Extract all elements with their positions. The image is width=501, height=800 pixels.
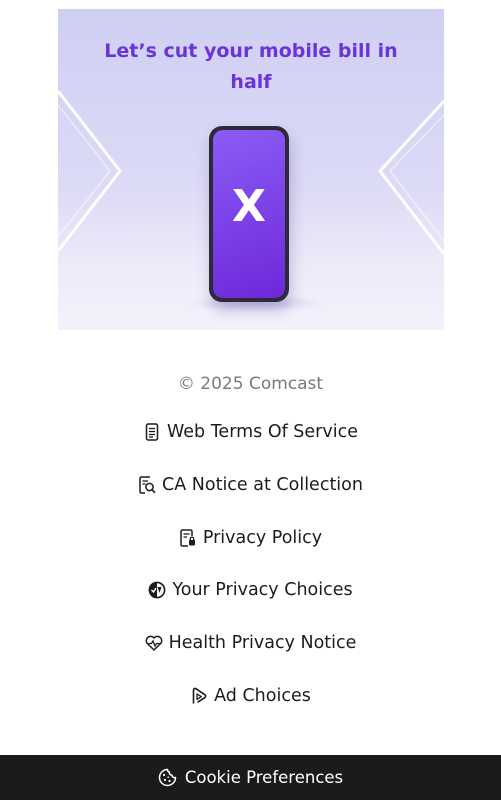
- your-privacy-choices-link[interactable]: Your Privacy Choices: [0, 578, 501, 631]
- xfinity-x-logo: X: [232, 181, 266, 232]
- heart-pulse-icon: [145, 631, 163, 655]
- web-terms-of-service-link[interactable]: Web Terms Of Service: [0, 420, 501, 473]
- ad-headline: Let’s cut your mobile bill in half: [58, 36, 444, 98]
- privacy-choices-icon: [148, 578, 166, 602]
- your-privacy-choices-label: Your Privacy Choices: [172, 580, 353, 601]
- ad-headline-line-2: half: [230, 71, 272, 93]
- cookie-icon: [158, 768, 178, 788]
- page: Let’s cut your mobile bill in half X © 2…: [0, 0, 501, 800]
- health-privacy-notice-link[interactable]: Health Privacy Notice: [0, 631, 501, 684]
- ad-choices-icon: [190, 684, 208, 708]
- document-icon: [143, 420, 161, 444]
- advertisement-banner[interactable]: Let’s cut your mobile bill in half X: [58, 9, 444, 330]
- ad-headline-line-1: Let’s cut your mobile bill in: [104, 40, 398, 62]
- cookie-preferences-button[interactable]: Cookie Preferences: [0, 755, 501, 800]
- health-privacy-notice-label: Health Privacy Notice: [168, 633, 357, 654]
- ca-notice-at-collection-link[interactable]: CA Notice at Collection: [0, 473, 501, 526]
- privacy-policy-link[interactable]: Privacy Policy: [0, 526, 501, 579]
- phone-image: X: [209, 126, 289, 302]
- document-search-icon: [138, 473, 156, 497]
- web-terms-of-service-label: Web Terms Of Service: [167, 422, 358, 442]
- ad-choices-link[interactable]: Ad Choices: [0, 684, 501, 737]
- ad-choices-label: Ad Choices: [214, 685, 311, 706]
- ca-notice-at-collection-label: CA Notice at Collection: [162, 474, 363, 495]
- copyright-text: © 2025 Comcast: [177, 374, 324, 394]
- privacy-policy-label: Privacy Policy: [202, 527, 323, 548]
- document-lock-icon: [179, 526, 197, 550]
- phone-screen: X: [213, 130, 285, 298]
- cookie-preferences-label: Cookie Preferences: [184, 768, 344, 787]
- footer-links: Web Terms Of Service CA Notice at Collec…: [0, 420, 501, 737]
